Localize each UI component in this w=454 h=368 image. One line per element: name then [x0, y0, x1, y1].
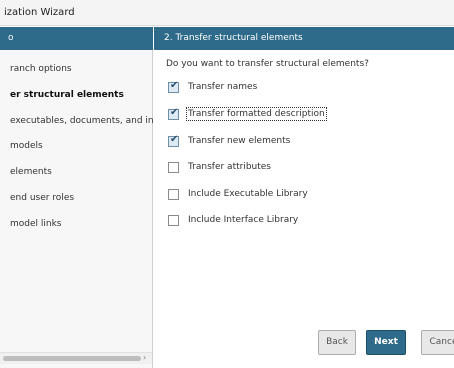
cancel-button[interactable]: Cance [421, 330, 454, 355]
sidebar-item-label: end user roles [10, 193, 75, 203]
sidebar-item-branch-options[interactable]: ranch options [0, 62, 153, 78]
sidebar-horizontal-scrollbar[interactable]: › [0, 352, 152, 364]
back-button[interactable]: Back [318, 330, 356, 355]
checkbox-include-executable-library[interactable] [168, 189, 179, 200]
checkbox-transfer-attributes[interactable] [168, 162, 179, 173]
window-title: ization Wizard [4, 7, 75, 18]
checkbox-include-interface-library[interactable] [168, 215, 179, 226]
check-icon: ✔ [170, 107, 179, 118]
scrollbar-thumb[interactable] [3, 356, 141, 361]
option-label: Transfer new elements [188, 136, 291, 146]
title-bar: ization Wizard [0, 0, 454, 26]
steps-sidebar: o ranch options er structural elements e… [0, 27, 153, 368]
sidebar-header-label: o [8, 33, 14, 43]
sidebar-item-label: er structural elements [10, 90, 124, 100]
sidebar-item-label: ranch options [10, 64, 72, 74]
sidebar-item-executables-documents[interactable]: executables, documents, and int [0, 114, 153, 130]
sidebar-header: o [0, 27, 153, 50]
checkbox-transfer-new-elements[interactable]: ✔ [168, 134, 179, 147]
step-title: 2. Transfer structural elements [164, 33, 303, 43]
next-button[interactable]: Next [366, 330, 406, 355]
sidebar-item-elements[interactable]: elements [0, 165, 153, 181]
sidebar-item-models[interactable]: models [0, 139, 153, 155]
check-icon: ✔ [170, 80, 179, 91]
sidebar-item-label: executables, documents, and int [10, 116, 153, 126]
sidebar-item-label: elements [10, 167, 52, 177]
checkbox-transfer-names[interactable]: ✔ [168, 80, 179, 93]
check-icon: ✔ [170, 134, 179, 145]
sidebar-item-label: models [10, 141, 43, 151]
sidebar-item-label: model links [10, 219, 62, 229]
sidebar-item-model-links[interactable]: model links [0, 217, 153, 233]
option-label: Transfer names [188, 82, 258, 92]
option-label: Include Interface Library [188, 215, 299, 225]
step-question: Do you want to transfer structural eleme… [166, 59, 369, 69]
sidebar-item-transfer-structural-elements[interactable]: er structural elements [0, 88, 153, 104]
sidebar-item-end-user-roles[interactable]: end user roles [0, 191, 153, 207]
scroll-right-arrow-icon[interactable]: › [143, 353, 146, 362]
checkbox-transfer-formatted-description[interactable]: ✔ [168, 107, 179, 120]
step-header: 2. Transfer structural elements [154, 27, 454, 50]
option-label: Include Executable Library [188, 189, 308, 199]
option-label: Transfer formatted description [186, 107, 327, 121]
option-label: Transfer attributes [188, 162, 271, 172]
